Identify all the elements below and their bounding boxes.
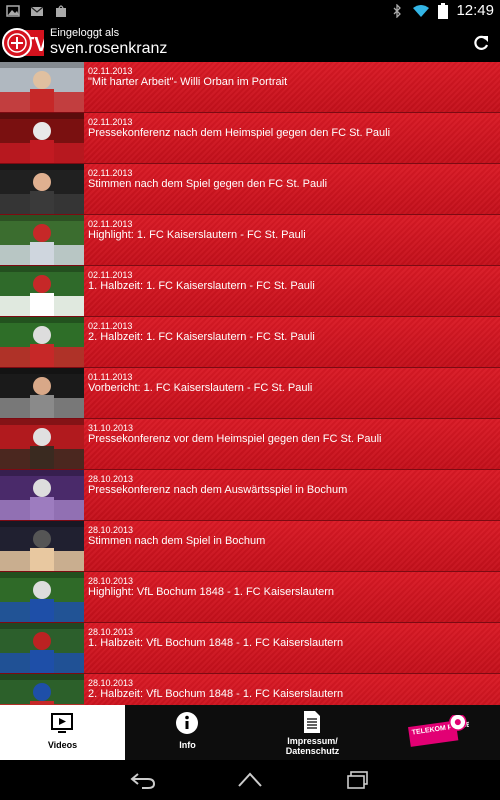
video-list-item[interactable]: 01.11.2013 Vorbericht: 1. FC Kaiserslaute… bbox=[0, 368, 500, 419]
video-title: 2. Halbzeit: 1. FC Kaiserslautern - FC S… bbox=[88, 331, 315, 343]
video-date: 28.10.2013 bbox=[88, 627, 134, 637]
document-icon bbox=[304, 711, 320, 733]
video-list-item[interactable]: 02.11.2013 Stimmen nach dem Spiel gegen d… bbox=[0, 164, 500, 215]
video-date: 02.11.2013 bbox=[88, 168, 133, 178]
battery-icon bbox=[438, 2, 449, 19]
video-icon bbox=[51, 713, 73, 733]
video-list-item[interactable]: 31.10.2013 Pressekonferenz vor dem Heimsp… bbox=[0, 419, 500, 470]
video-thumbnail bbox=[0, 470, 84, 520]
video-thumbnail bbox=[0, 419, 84, 469]
tab-videos[interactable]: Videos bbox=[0, 705, 125, 760]
recent-apps-icon[interactable] bbox=[345, 770, 371, 790]
video-date: 01.11.2013 bbox=[88, 372, 133, 382]
telekom-fussball-logo: TELEKOM FUSSBALL bbox=[408, 715, 469, 747]
video-thumbnail bbox=[0, 572, 84, 622]
tab-info[interactable]: Info bbox=[125, 705, 250, 760]
back-icon[interactable] bbox=[130, 770, 156, 790]
video-list-item[interactable]: 28.10.2013 Highlight: VfL Bochum 1848 - 1… bbox=[0, 572, 500, 623]
mail-notification-icon bbox=[30, 6, 44, 16]
video-date: 28.10.2013 bbox=[88, 576, 134, 586]
video-list-item[interactable]: 28.10.2013 2. Halbzeit: VfL Bochum 1848 -… bbox=[0, 674, 500, 705]
tab-telekom-fussball[interactable]: TELEKOM FUSSBALL bbox=[375, 705, 500, 760]
tab-impressum[interactable]: Impressum/ Datenschutz bbox=[250, 705, 375, 760]
video-date: 02.11.2013 bbox=[88, 219, 133, 229]
tab-videos-label: Videos bbox=[47, 740, 78, 750]
clock: 12:49 bbox=[456, 2, 494, 19]
video-date: 02.11.2013 bbox=[88, 117, 133, 127]
video-list-item[interactable]: 28.10.2013 Pressekonferenz nach dem Auswä… bbox=[0, 470, 500, 521]
video-title: Pressekonferenz nach dem Auswärtsspiel i… bbox=[88, 484, 348, 496]
video-thumbnail bbox=[0, 62, 84, 112]
video-thumbnail bbox=[0, 317, 84, 367]
video-title: Stimmen nach dem Spiel in Bochum bbox=[88, 535, 266, 547]
system-nav-bar bbox=[0, 760, 500, 800]
video-title: Pressekonferenz vor dem Heimspiel gegen … bbox=[88, 433, 382, 445]
video-title: Pressekonferenz nach dem Heimspiel gegen… bbox=[88, 127, 391, 139]
video-date: 02.11.2013 bbox=[88, 321, 133, 331]
video-title: Vorbericht: 1. FC Kaiserslautern - FC St… bbox=[88, 382, 313, 394]
video-thumbnail bbox=[0, 521, 84, 571]
video-list-item[interactable]: 02.11.2013 "Mit harter Arbeit"- Willi Orb… bbox=[0, 62, 500, 113]
store-notification-icon bbox=[56, 5, 66, 17]
home-icon[interactable] bbox=[237, 770, 263, 790]
status-bar: 12:49 bbox=[0, 0, 500, 24]
video-list-item[interactable]: 28.10.2013 Stimmen nach dem Spiel in Boch… bbox=[0, 521, 500, 572]
video-date: 28.10.2013 bbox=[88, 525, 134, 535]
video-date: 28.10.2013 bbox=[88, 678, 134, 688]
image-notification-icon bbox=[6, 5, 20, 17]
video-title: 2. Halbzeit: VfL Bochum 1848 - 1. FC Kai… bbox=[88, 688, 344, 700]
wifi-icon bbox=[413, 4, 430, 17]
tab-bar: Videos Info Impressum/ Datenschutz TELEK… bbox=[0, 705, 500, 760]
video-thumbnail bbox=[0, 623, 84, 673]
video-title: Highlight: 1. FC Kaiserslautern - FC St.… bbox=[88, 229, 306, 241]
video-thumbnail bbox=[0, 113, 84, 163]
logged-in-label: Eingeloggt als bbox=[50, 27, 120, 39]
video-list-item[interactable]: 02.11.2013 1. Halbzeit: 1. FC Kaiserslaut… bbox=[0, 266, 500, 317]
video-date: 02.11.2013 bbox=[88, 66, 133, 76]
video-date: 28.10.2013 bbox=[88, 474, 134, 484]
bluetooth-icon bbox=[393, 3, 402, 18]
tab-info-label: Info bbox=[179, 740, 196, 750]
video-thumbnail bbox=[0, 674, 84, 705]
video-list-item[interactable]: 02.11.2013 Pressekonferenz nach dem Heims… bbox=[0, 113, 500, 164]
fck-tv-logo: TV bbox=[2, 28, 44, 58]
info-icon bbox=[176, 712, 198, 734]
tab-impressum-label: Impressum/ Datenschutz bbox=[285, 736, 340, 756]
refresh-icon[interactable] bbox=[472, 34, 490, 52]
username: sven.rosenkranz bbox=[50, 40, 168, 57]
video-list[interactable]: 02.11.2013 "Mit harter Arbeit"- Willi Orb… bbox=[0, 62, 500, 705]
video-title: 1. Halbzeit: 1. FC Kaiserslautern - FC S… bbox=[88, 280, 315, 292]
video-list-item[interactable]: 28.10.2013 1. Halbzeit: VfL Bochum 1848 -… bbox=[0, 623, 500, 674]
video-date: 31.10.2013 bbox=[88, 423, 134, 433]
video-thumbnail bbox=[0, 164, 84, 214]
video-thumbnail bbox=[0, 215, 84, 265]
video-title: 1. Halbzeit: VfL Bochum 1848 - 1. FC Kai… bbox=[88, 637, 344, 649]
video-title: Stimmen nach dem Spiel gegen den FC St. … bbox=[88, 178, 328, 190]
video-list-item[interactable]: 02.11.2013 2. Halbzeit: 1. FC Kaiserslaut… bbox=[0, 317, 500, 368]
video-date: 02.11.2013 bbox=[88, 270, 133, 280]
video-list-item[interactable]: 02.11.2013 Highlight: 1. FC Kaiserslauter… bbox=[0, 215, 500, 266]
video-thumbnail bbox=[0, 368, 84, 418]
video-thumbnail bbox=[0, 266, 84, 316]
video-title: "Mit harter Arbeit"- Willi Orban im Port… bbox=[88, 76, 288, 88]
video-title: Highlight: VfL Bochum 1848 - 1. FC Kaise… bbox=[88, 586, 334, 598]
